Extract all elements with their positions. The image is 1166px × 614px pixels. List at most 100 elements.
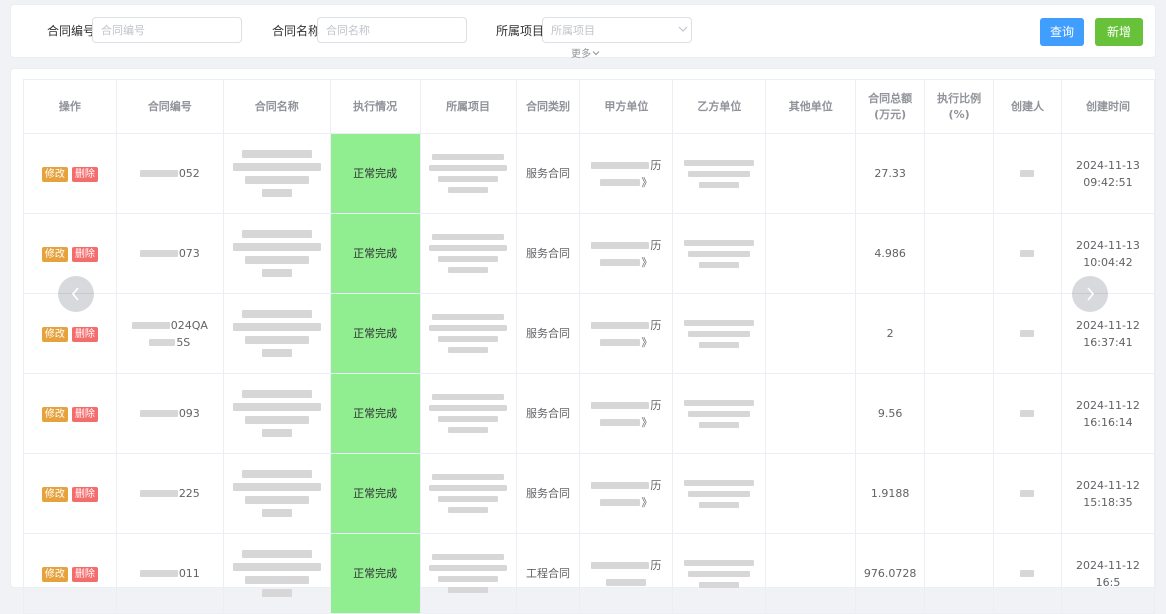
table-row[interactable]: 修改 删除 073 正常完成 服务合同历》 4.986 2024-11-13 10:04:4… [23, 213, 1156, 294]
header-party-a[interactable]: 甲方单位 [579, 79, 674, 134]
execution-ratio-cell [924, 133, 995, 214]
more-filters-toggle[interactable]: 更多 [571, 45, 600, 60]
delete-button[interactable]: 删除 [71, 247, 98, 262]
header-execution-ratio[interactable]: 执行比例(%) [924, 79, 995, 134]
party-b-cell [672, 213, 767, 294]
header-project[interactable]: 所属项目 [419, 79, 517, 134]
category-cell: 服务合同 [515, 453, 581, 534]
header-party-b[interactable]: 乙方单位 [672, 79, 767, 134]
project-redacted [425, 154, 512, 193]
party-a-text: 历 [650, 238, 662, 252]
actions-cell: 修改 删除 [23, 373, 117, 454]
contract-name-redacted [228, 550, 326, 597]
table-row[interactable]: 修改 删除 052 正常完成 服务合同历》 27.33 2024-11-13 09:42:5… [23, 133, 1156, 214]
add-button[interactable]: 新增 [1095, 18, 1143, 46]
party-b-cell [672, 453, 767, 534]
contract-no-text: 225 [178, 487, 200, 500]
contract-no-text: 052 [178, 167, 200, 180]
party-a-line1: 历 [591, 397, 661, 414]
table-row[interactable]: 修改 删除 225 正常完成 服务合同历》 1.9188 2024-11-12 15:18:… [23, 453, 1156, 534]
chevron-left-icon [71, 287, 79, 301]
party-a-cell: 历》 [579, 133, 674, 214]
execution-ratio-cell [924, 533, 995, 614]
delete-button[interactable]: 删除 [71, 487, 98, 502]
party-a-cell: 历》 [579, 293, 674, 374]
header-other-party[interactable]: 其他单位 [765, 79, 857, 134]
carousel-prev-button[interactable] [58, 276, 94, 312]
amount-cell: 27.33 [855, 133, 926, 214]
contract-no-redacted: 024QA [131, 317, 208, 334]
category-cell: 工程合同 [515, 533, 581, 614]
table-header-row: 操作 合同编号 合同名称 执行情况 所属项目 合同类别 甲方单位 乙方单位 其他… [23, 79, 1156, 134]
party-a-line2: 》 [600, 494, 652, 511]
header-contract-name[interactable]: 合同名称 [222, 79, 331, 134]
carousel-next-button[interactable] [1072, 276, 1108, 312]
header-creator[interactable]: 创建人 [993, 79, 1062, 134]
party-a-text: 历 [650, 478, 662, 492]
created-time-cell: 2024-11-12 16:5 [1060, 533, 1156, 614]
project-label: 所属项目 [496, 24, 545, 38]
contract-no-input[interactable] [92, 17, 242, 43]
created-time-cell: 2024-11-12 16:16:14 [1060, 373, 1156, 454]
header-category[interactable]: 合同类别 [515, 79, 581, 134]
contract-no-text: 011 [178, 567, 200, 580]
status-cell: 正常完成 [329, 453, 421, 534]
project-cell [419, 213, 517, 294]
table-row[interactable]: 修改 删除 093 正常完成 服务合同历》 9.56 2024-11-12 16:16:14 [23, 373, 1156, 454]
actions-cell: 修改 删除 [23, 453, 117, 534]
other-party-cell [765, 533, 857, 614]
contract-no-line2: 5S [149, 334, 190, 351]
other-party-cell [765, 373, 857, 454]
contract-name-redacted [228, 150, 326, 197]
contract-name-redacted [228, 310, 326, 357]
chevron-down-icon [592, 51, 600, 56]
creator-redacted [1020, 330, 1035, 337]
status-cell: 正常完成 [329, 533, 421, 614]
header-actions: 操作 [23, 79, 117, 134]
party-a-line1: 历 [591, 477, 661, 494]
category-cell: 服务合同 [515, 373, 581, 454]
party-a-line1: 历 [591, 317, 661, 334]
amount-cell: 1.9188 [855, 453, 926, 534]
party-a-line2-text: 》 [641, 175, 653, 189]
edit-button[interactable]: 修改 [41, 407, 68, 422]
edit-button[interactable]: 修改 [41, 247, 68, 262]
party-a-line2: 》 [600, 174, 652, 191]
contract-name-label: 合同名称 [272, 24, 321, 38]
header-amount[interactable]: 合同总额(万元) [855, 79, 926, 134]
contract-name-input[interactable] [317, 17, 467, 43]
delete-button[interactable]: 删除 [71, 327, 98, 342]
execution-ratio-cell [924, 213, 995, 294]
party-b-redacted [677, 239, 761, 268]
delete-button[interactable]: 删除 [71, 167, 98, 182]
contract-name-cell [222, 213, 331, 294]
other-party-cell [765, 293, 857, 374]
edit-button[interactable]: 修改 [41, 167, 68, 182]
table-row[interactable]: 修改 删除 011 正常完成 工程合同 历 976.0728 2024-11-12 16:5 [23, 533, 1156, 614]
header-created-time[interactable]: 创建时间 [1060, 79, 1156, 134]
delete-button[interactable]: 删除 [71, 407, 98, 422]
contract-no-text: 024QA [170, 318, 208, 332]
query-button[interactable]: 查询 [1040, 18, 1084, 46]
edit-button[interactable]: 修改 [41, 327, 68, 342]
creator-redacted [1020, 570, 1035, 577]
party-a-line1: 历 [591, 157, 661, 174]
contract-no-cell: 024QA 5S [115, 293, 224, 374]
party-b-redacted [677, 479, 761, 508]
header-contract-no[interactable]: 合同编号 [115, 79, 224, 134]
edit-button[interactable]: 修改 [41, 487, 68, 502]
contract-name-cell [222, 533, 331, 614]
contract-no-cell: 052 [115, 133, 224, 214]
contract-no-cell: 093 [115, 373, 224, 454]
execution-ratio-cell [924, 293, 995, 374]
project-redacted [425, 314, 512, 353]
party-a-line2: 》 [600, 414, 652, 431]
table-row[interactable]: 修改 删除 024QA 5S 正常完成 服务合同历》 2 2024-11-12 16:37:4… [23, 293, 1156, 374]
party-b-redacted [677, 559, 761, 588]
amount-cell: 2 [855, 293, 926, 374]
header-status[interactable]: 执行情况 [329, 79, 421, 134]
party-a-cell: 历》 [579, 213, 674, 294]
actions-cell: 修改 删除 [23, 533, 117, 614]
project-select[interactable] [542, 17, 692, 43]
party-b-redacted [677, 399, 761, 428]
